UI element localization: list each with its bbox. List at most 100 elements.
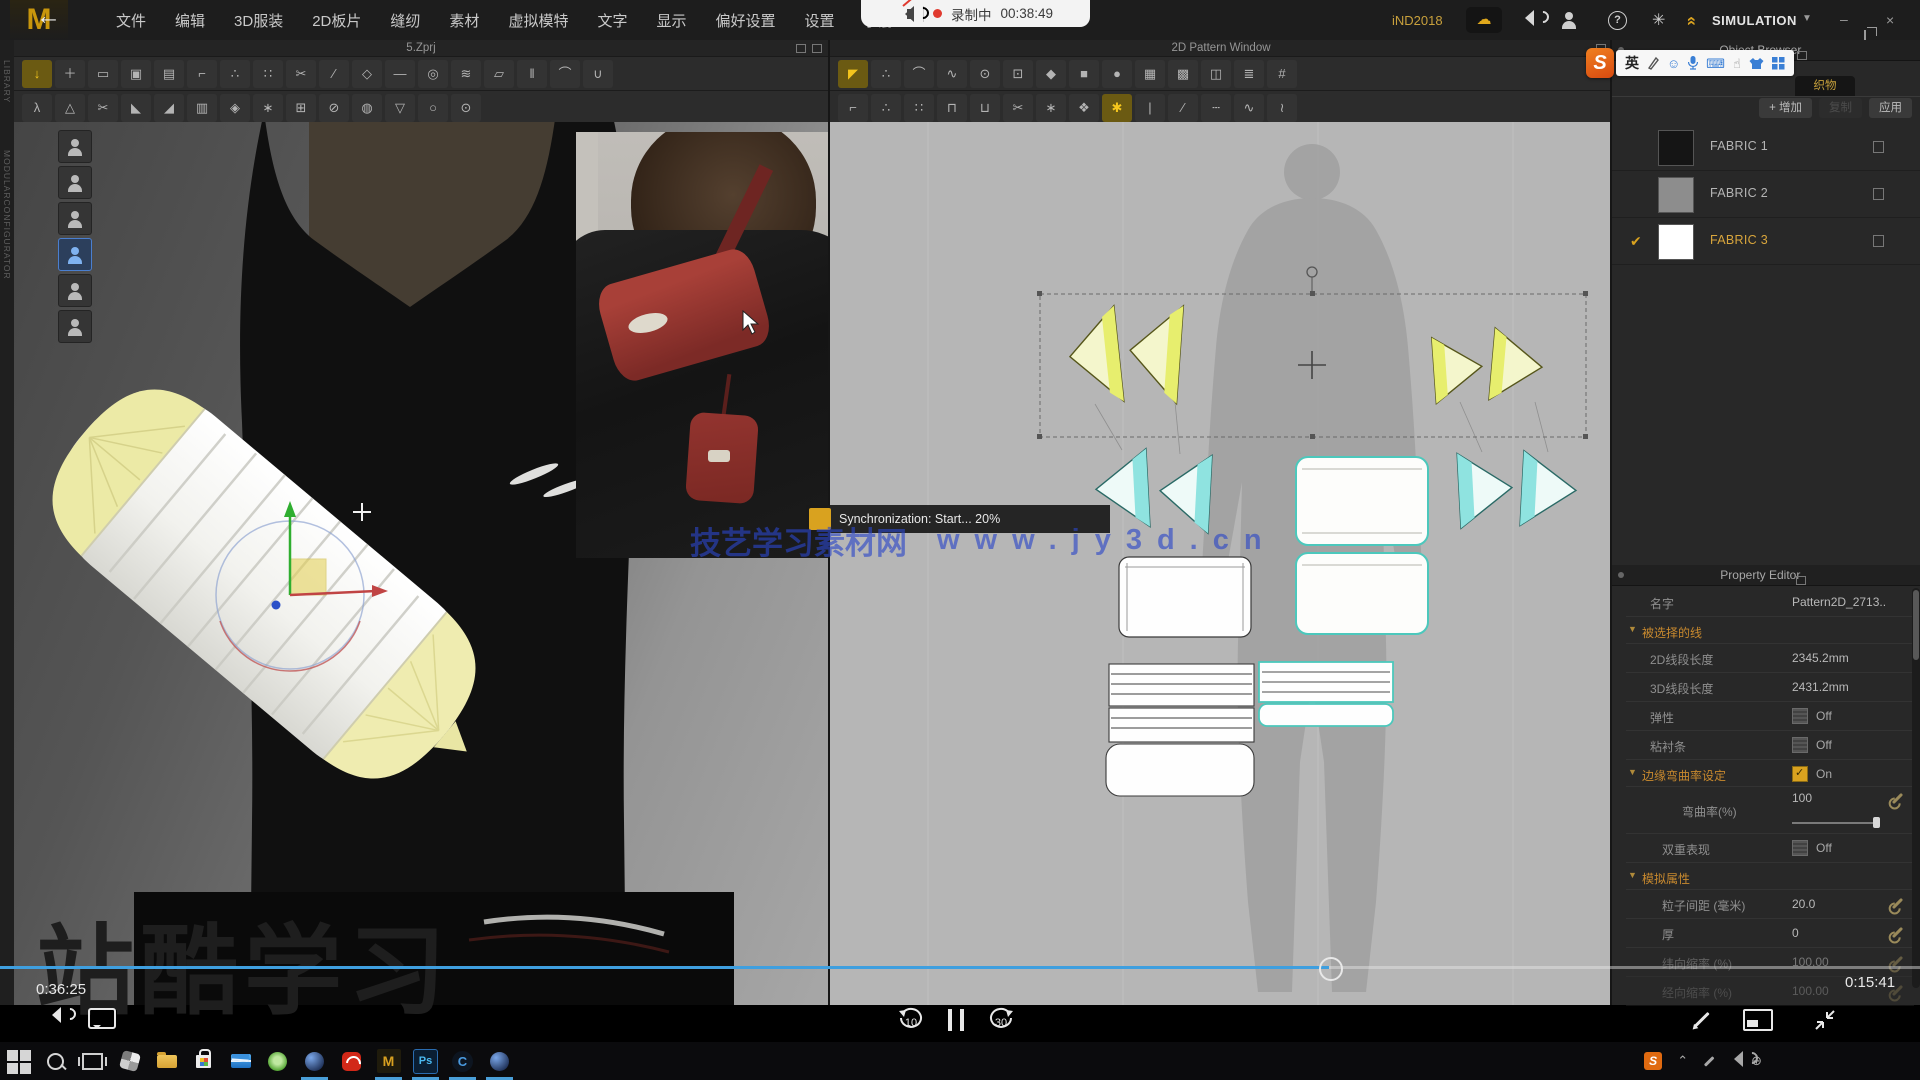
dart-right-icon[interactable]: ◢ <box>154 94 184 122</box>
fabric-detail-icon[interactable] <box>1873 235 1884 247</box>
transform-pattern-2d-icon[interactable]: ◤ <box>838 60 868 88</box>
menu-item[interactable]: 2D板片 <box>312 10 361 31</box>
segment-sewing-2d-icon[interactable]: ⌐ <box>838 94 868 122</box>
mail-icon[interactable] <box>222 1042 259 1080</box>
menu-item[interactable]: 3D服装 <box>234 10 283 31</box>
gizmo-plane-handle[interactable] <box>290 559 326 595</box>
pattern-clone-icon[interactable]: ▦ <box>1135 60 1165 88</box>
scrollbar-thumb[interactable] <box>1913 590 1919 660</box>
edit-sewing-icon[interactable]: ✂ <box>286 60 316 88</box>
transform-pattern-icon[interactable]: ▣ <box>121 60 151 88</box>
object-browser-expand-icon[interactable] <box>1797 51 1807 60</box>
avatar-tab-1[interactable] <box>58 130 92 163</box>
generate-inner-shape-icon[interactable]: ⊡ <box>1003 60 1033 88</box>
garment-tab[interactable] <box>58 238 92 271</box>
browser-app-2-icon[interactable] <box>481 1042 518 1080</box>
ime-toolbox-icon[interactable] <box>1772 57 1785 70</box>
elastic-icon[interactable]: ┄ <box>1201 94 1231 122</box>
steam-icon[interactable]: ≋ <box>451 60 481 88</box>
pattern-strip-group-left[interactable] <box>1106 664 1254 796</box>
fabric-tab[interactable]: 织物 <box>1795 76 1855 96</box>
simulation-button[interactable]: SIMULATION <box>1712 13 1797 28</box>
pinwheel-app-icon[interactable] <box>111 1042 148 1080</box>
arrangement-point-icon[interactable]: ◈ <box>220 94 250 122</box>
bend-icon[interactable]: ⌒ <box>550 60 580 88</box>
fabric-panel-icon[interactable]: ▥ <box>187 94 217 122</box>
simulate-chevrons-icon[interactable]: » <box>1681 16 1701 25</box>
ime-handwriting-icon[interactable]: ☝ <box>1733 57 1741 70</box>
property-value[interactable]: 2345.2mm <box>1792 651 1849 665</box>
pattern-piece-yellow-3[interactable] <box>1432 334 1484 403</box>
viewport-3d[interactable] <box>14 122 828 1005</box>
menu-item[interactable]: 文件 <box>116 10 146 31</box>
checkbox-icon[interactable] <box>1792 708 1808 724</box>
menu-item[interactable]: 素材 <box>449 10 479 31</box>
free-sewing-2d-icon[interactable]: ∴ <box>871 94 901 122</box>
ime-emoji-icon[interactable]: ☺ <box>1667 57 1680 70</box>
avatar-tab-3[interactable] <box>58 202 92 235</box>
store-icon[interactable] <box>185 1042 222 1080</box>
pattern-mirror-icon[interactable]: ▩ <box>1168 60 1198 88</box>
grid-icon[interactable]: ○ <box>418 94 448 122</box>
polygon-tool-icon[interactable]: ◆ <box>1036 60 1066 88</box>
sogou-logo-icon[interactable]: S <box>1586 48 1614 78</box>
avatar-tab-5[interactable] <box>58 274 92 307</box>
menu-item[interactable]: 缝纫 <box>390 10 420 31</box>
forward-30-button[interactable]: 30 <box>986 1006 1016 1034</box>
tray-speaker-icon[interactable] <box>1730 1054 1736 1069</box>
mn-sewing-2d-icon[interactable]: ∷ <box>904 94 934 122</box>
tray-sogou-icon[interactable]: S <box>1644 1052 1662 1070</box>
pattern-unfold-icon[interactable]: ◫ <box>1201 60 1231 88</box>
select-avatar-icon[interactable]: △ <box>55 94 85 122</box>
property-value[interactable]: 20.0 <box>1792 897 1815 911</box>
minimize-button[interactable]: – <box>1840 11 1848 27</box>
menu-item[interactable]: 设置 <box>805 10 835 31</box>
garment-fit-icon[interactable]: ⊞ <box>286 94 316 122</box>
strengthen-icon[interactable]: ‖ <box>517 60 547 88</box>
mini-player-button[interactable] <box>1743 1009 1773 1031</box>
seam-divider[interactable]: | <box>1135 94 1165 122</box>
menu-item[interactable]: 显示 <box>656 10 686 31</box>
marvelous-designer-icon[interactable]: M <box>370 1042 407 1080</box>
pattern-panel-back[interactable] <box>1119 557 1251 637</box>
pin-tool-icon[interactable]: ∕ <box>319 60 349 88</box>
simulation-dropdown-caret[interactable]: ▼ <box>1802 13 1812 24</box>
rectangle-tool-icon[interactable]: ■ <box>1069 60 1099 88</box>
ime-pen-icon[interactable] <box>1647 56 1659 70</box>
ime-keyboard-icon[interactable]: ⌨ <box>1706 57 1725 70</box>
menu-item[interactable]: 编辑 <box>175 10 205 31</box>
property-editor-expand-icon[interactable] <box>1796 576 1806 585</box>
media-app-icon[interactable] <box>333 1042 370 1080</box>
fabric-item[interactable]: ✔ FABRIC 1 <box>1612 124 1920 171</box>
help-icon[interactable]: ? <box>1608 11 1627 30</box>
sync-garment-icon[interactable]: ↓ <box>22 60 52 88</box>
pan-pattern-icon[interactable]: ▤ <box>154 60 184 88</box>
menu-item[interactable]: 文字 <box>597 10 627 31</box>
pattern-canvas-2d[interactable] <box>830 122 1612 1005</box>
photoshop-icon[interactable]: Ps <box>407 1042 444 1080</box>
pattern-panel-main-top[interactable] <box>1296 457 1428 545</box>
search-icon[interactable] <box>37 1042 74 1080</box>
progress-handle[interactable] <box>1319 957 1343 981</box>
menu-item[interactable]: 偏好设置 <box>715 10 775 31</box>
check-sewing-icon[interactable]: ⊔ <box>970 94 1000 122</box>
pattern-piece-yellow-2[interactable] <box>1127 302 1184 403</box>
trace-icon[interactable]: # <box>1267 60 1297 88</box>
checkbox-icon[interactable] <box>1792 737 1808 753</box>
library-dock-label[interactable]: LIBRARY <box>2 60 12 103</box>
clo-app-icon[interactable]: C <box>444 1042 481 1080</box>
magic-wand-icon[interactable]: ✳ <box>1652 10 1665 30</box>
fold-arrangement-icon[interactable]: ◇ <box>352 60 382 88</box>
edit-curve-point-icon[interactable]: ∿ <box>937 60 967 88</box>
rewind-10-button[interactable]: 10 <box>896 1006 926 1034</box>
add-point-icon[interactable]: ⊙ <box>970 60 1000 88</box>
start-button[interactable] <box>0 1042 37 1080</box>
volume-button[interactable] <box>44 1010 54 1028</box>
mn-sewing-icon[interactable]: ∷ <box>253 60 283 88</box>
edit-curvature-icon[interactable]: ⌒ <box>904 60 934 88</box>
copy-fabric-button[interactable]: 复制 <box>1819 98 1862 118</box>
segment-sewing-icon[interactable]: ⌐ <box>187 60 217 88</box>
section-caret-icon[interactable]: ▼ <box>1628 870 1637 880</box>
edit-sewing-2d-icon[interactable]: ⊓ <box>937 94 967 122</box>
property-value[interactable]: 100.00 <box>1792 984 1829 998</box>
